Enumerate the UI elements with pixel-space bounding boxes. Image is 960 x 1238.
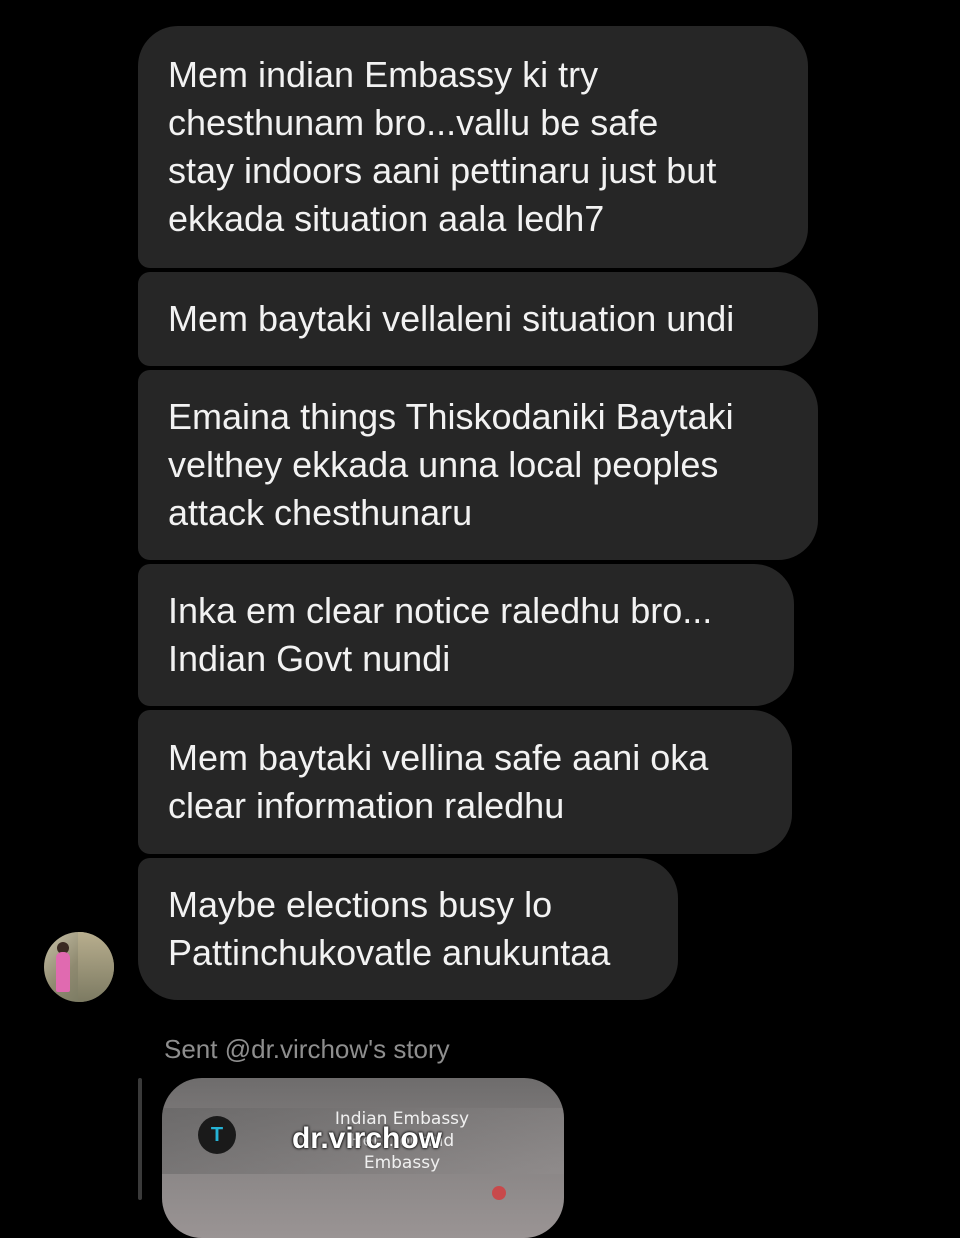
reply-quote-bar (138, 1078, 142, 1200)
message-bubble[interactable]: Emaina things Thiskodaniki Baytaki velth… (138, 370, 818, 560)
message-text-line: chesthunam bro...vallu be safe (168, 102, 659, 143)
story-share-label: Sent @dr.virchow's story (164, 1034, 450, 1064)
message-text-line: velthey ekkada unna local peoples (168, 444, 719, 485)
message-bubble[interactable]: Inka em clear notice raledhu bro... Indi… (138, 564, 794, 706)
message-text-line: ekkada situation aala ledh7 (168, 198, 605, 239)
message-text-line: attack chesthunaru (168, 492, 473, 533)
message-text-line: Indian Govt nundi (168, 638, 451, 679)
message-bubble[interactable]: Maybe elections busy lo Pattinchukovatle… (138, 858, 678, 1000)
avatar-figure (56, 952, 70, 992)
message-text-line: Mem indian Embassy ki try (168, 54, 599, 95)
message-text-line: Inka em clear notice raledhu bro... (168, 590, 713, 631)
message-text-line: stay indoors aani pettinaru just but (168, 150, 717, 191)
story-red-dot (492, 1186, 506, 1200)
sender-avatar[interactable] (44, 932, 114, 1002)
message-bubble[interactable]: Mem baytaki vellina safe aani oka clear … (138, 710, 792, 854)
message-text-line: Pattinchukovatle anukuntaa (168, 932, 611, 973)
app-logo-icon: T (198, 1116, 236, 1154)
message-bubble[interactable]: Mem baytaki vellaleni situation undi (138, 272, 818, 366)
message-text-line: Emaina things Thiskodaniki Baytaki (168, 396, 734, 437)
message-text-line: clear information raledhu (168, 785, 565, 826)
message-text-line: Maybe elections busy lo (168, 884, 553, 925)
message-bubble[interactable]: Mem indian Embassy ki try chesthunam bro… (138, 26, 808, 268)
message-text-line: Mem baytaki vellina safe aani oka (168, 737, 709, 778)
message-text-line: Mem baytaki vellaleni situation undi (168, 298, 735, 339)
story-author-handle[interactable]: dr.virchow (252, 1122, 482, 1156)
avatar-background (78, 932, 114, 1002)
shared-story-preview[interactable]: T Indian Embassy Hel... or and Embassy d… (162, 1078, 564, 1238)
